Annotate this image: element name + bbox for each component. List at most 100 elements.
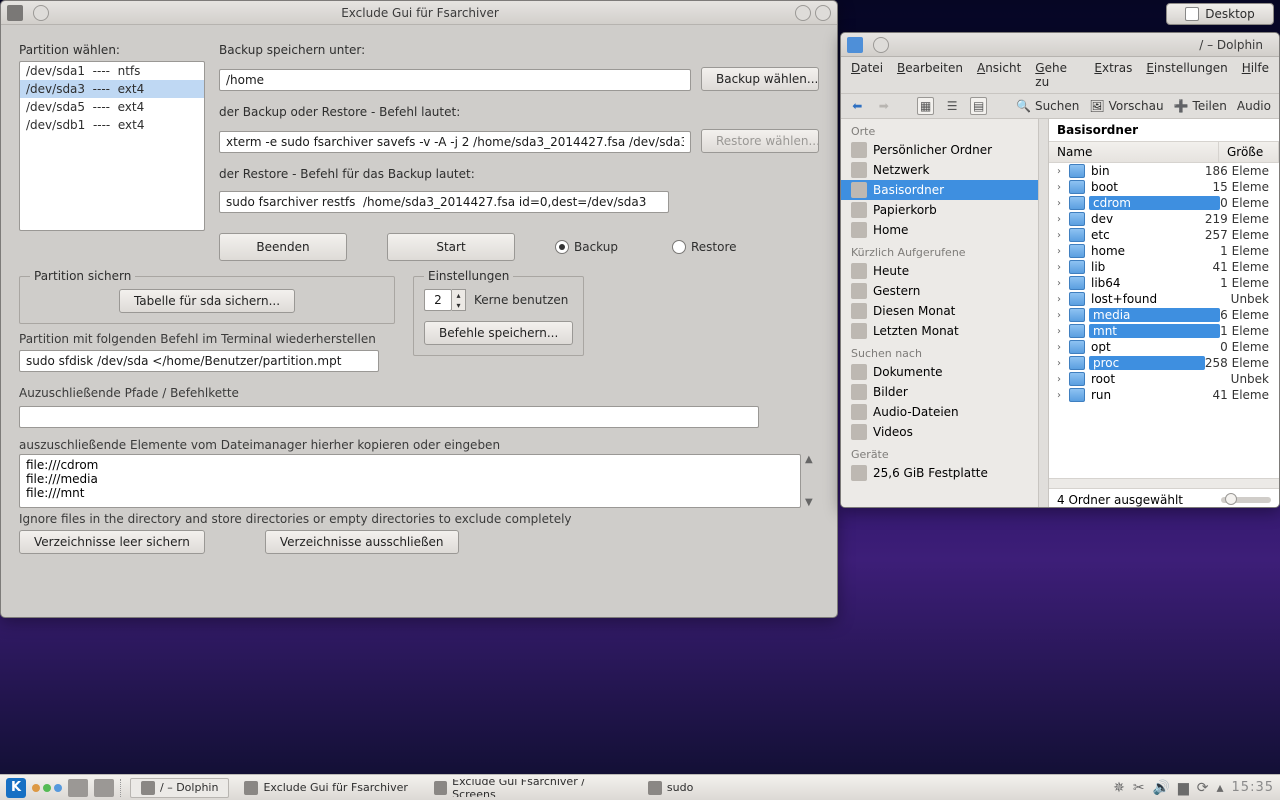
quicklaunch-files[interactable] (94, 779, 114, 797)
file-row[interactable]: ›opt0 Eleme (1049, 339, 1279, 355)
file-columns[interactable]: Name Größe (1049, 142, 1279, 163)
exclude-dirs-button[interactable]: Verzeichnisse ausschließen (265, 530, 459, 554)
places-item[interactable]: Videos (841, 422, 1038, 442)
menu-hilfe[interactable]: Hilfe (1242, 61, 1269, 89)
quicklaunch-terminal[interactable] (68, 779, 88, 797)
file-row[interactable]: ›home1 Eleme (1049, 243, 1279, 259)
tray-expand-icon[interactable]: ▴ (1217, 780, 1224, 796)
start-button[interactable]: Start (387, 233, 515, 261)
partition-row[interactable]: /dev/sda3 ---- ext4 (20, 80, 204, 98)
col-name[interactable]: Name (1049, 142, 1219, 162)
nav-forward-button[interactable]: ➡ (876, 97, 893, 115)
file-row[interactable]: ›boot15 Eleme (1049, 179, 1279, 195)
taskbar-task[interactable]: Exclude Gui Fsarchiver / Screens (423, 778, 633, 798)
tree-expander[interactable]: › (1053, 374, 1065, 385)
quit-button[interactable]: Beenden (219, 233, 347, 261)
file-row[interactable]: ›mnt1 Eleme (1049, 323, 1279, 339)
exclude-path-input[interactable] (19, 406, 759, 428)
taskbar-clock[interactable]: 15:35 (1232, 780, 1274, 795)
radio-restore[interactable]: Restore (672, 240, 737, 254)
exclude-scroll-up[interactable]: ▲ (805, 454, 819, 465)
save-empty-dirs-button[interactable]: Verzeichnisse leer sichern (19, 530, 205, 554)
file-row[interactable]: ›bin186 Eleme (1049, 163, 1279, 179)
tree-expander[interactable]: › (1053, 342, 1065, 353)
view-compact-button[interactable]: ▤ (970, 97, 987, 115)
view-icons-button[interactable]: ▦ (917, 97, 934, 115)
file-row[interactable]: ›rootUnbek (1049, 371, 1279, 387)
file-row[interactable]: ›cdrom0 Eleme (1049, 195, 1279, 211)
menu-extras[interactable]: Extras (1094, 61, 1132, 89)
save-commands-button[interactable]: Befehle speichern... (424, 321, 573, 345)
clipboard-tray-icon[interactable]: ✂ (1133, 780, 1145, 796)
save-partition-table-button[interactable]: Tabelle für sda sichern... (119, 289, 295, 313)
view-details-button[interactable]: ☰ (944, 97, 961, 115)
tree-expander[interactable]: › (1053, 326, 1065, 337)
places-item[interactable]: Heute (841, 261, 1038, 281)
places-panel[interactable]: OrtePersönlicher OrdnerNetzwerkBasisordn… (841, 119, 1039, 508)
places-item[interactable]: Bilder (841, 382, 1038, 402)
zoom-slider[interactable] (1221, 497, 1271, 503)
places-item[interactable]: Basisordner (841, 180, 1038, 200)
col-size[interactable]: Größe (1219, 142, 1279, 162)
horiz-scrollbar[interactable] (1049, 478, 1279, 488)
menu-bearbeiten[interactable]: Bearbeiten (897, 61, 963, 89)
tree-expander[interactable]: › (1053, 278, 1065, 289)
fsarchiver-titlebar[interactable]: Exclude Gui für Fsarchiver (1, 1, 837, 25)
dolphin-menu-button[interactable] (873, 37, 889, 53)
command-input[interactable] (219, 131, 691, 153)
file-row[interactable]: ›media6 Eleme (1049, 307, 1279, 323)
exclude-items-listbox[interactable]: file:///cdrom file:///media file:///mnt (19, 454, 801, 508)
close-button[interactable] (815, 5, 831, 21)
tree-expander[interactable]: › (1053, 294, 1065, 305)
nav-back-button[interactable]: ⬅ (849, 97, 866, 115)
menu-datei[interactable]: Datei (851, 61, 883, 89)
file-tree[interactable]: ›bin186 Eleme›boot15 Eleme›cdrom0 Eleme›… (1049, 163, 1279, 478)
save-under-input[interactable] (219, 69, 691, 91)
tree-expander[interactable]: › (1053, 182, 1065, 193)
partition-listbox[interactable]: /dev/sda1 ---- ntfs/dev/sda3 ---- ext4/d… (19, 61, 205, 231)
file-row[interactable]: ›lib41 Eleme (1049, 259, 1279, 275)
choose-backup-button[interactable]: Backup wählen... (701, 67, 819, 91)
restore-command-input[interactable] (219, 191, 669, 213)
partition-row[interactable]: /dev/sda5 ---- ext4 (20, 98, 204, 116)
places-item[interactable]: Letzten Monat (841, 321, 1038, 341)
cores-spinner[interactable]: ▴▾ (424, 289, 466, 311)
partition-restore-cmd-input[interactable] (19, 350, 379, 372)
tree-expander[interactable]: › (1053, 198, 1065, 209)
toolbar-search[interactable]: 🔍 Suchen (1016, 99, 1079, 113)
file-row[interactable]: ›lost+foundUnbek (1049, 291, 1279, 307)
radio-backup[interactable]: Backup (555, 240, 618, 254)
toolbar-audio[interactable]: Audio (1237, 99, 1271, 113)
activity-pager[interactable] (32, 784, 62, 792)
file-row[interactable]: ›dev219 Eleme (1049, 211, 1279, 227)
taskbar-task[interactable]: sudo (637, 778, 704, 798)
toolbar-preview[interactable]: 🖼 Vorschau (1089, 99, 1163, 113)
menu-ansicht[interactable]: Ansicht (977, 61, 1021, 89)
cores-input[interactable] (424, 289, 452, 311)
tree-expander[interactable]: › (1053, 166, 1065, 177)
tree-expander[interactable]: › (1053, 246, 1065, 257)
partition-row[interactable]: /dev/sdb1 ---- ext4 (20, 116, 204, 134)
exclude-scroll-down[interactable]: ▼ (805, 497, 819, 508)
cores-up[interactable]: ▴ (452, 290, 465, 300)
menu-einstellungen[interactable]: Einstellungen (1146, 61, 1227, 89)
places-item[interactable]: Netzwerk (841, 160, 1038, 180)
network-tray-icon[interactable]: ▆ (1178, 780, 1189, 796)
window-menu-button[interactable] (33, 5, 49, 21)
taskbar-task[interactable]: / – Dolphin (130, 778, 229, 798)
places-item[interactable]: Audio-Dateien (841, 402, 1038, 422)
system-tray[interactable]: ✵ ✂ 🔊 ▆ ⟳ ▴ 15:35 (1113, 780, 1274, 796)
tree-expander[interactable]: › (1053, 390, 1065, 401)
menu-gehe zu[interactable]: Gehe zu (1035, 61, 1080, 89)
cores-down[interactable]: ▾ (452, 300, 465, 310)
places-item[interactable]: Diesen Monat (841, 301, 1038, 321)
tree-expander[interactable]: › (1053, 262, 1065, 273)
bluetooth-tray-icon[interactable]: ✵ (1113, 780, 1125, 796)
places-item[interactable]: Persönlicher Ordner (841, 140, 1038, 160)
places-item[interactable]: 25,6 GiB Festplatte (841, 463, 1038, 483)
places-item[interactable]: Papierkorb (841, 200, 1038, 220)
tree-expander[interactable]: › (1053, 310, 1065, 321)
file-row[interactable]: ›run41 Eleme (1049, 387, 1279, 403)
dolphin-titlebar[interactable]: / – Dolphin (841, 33, 1279, 57)
file-row[interactable]: ›proc258 Eleme (1049, 355, 1279, 371)
